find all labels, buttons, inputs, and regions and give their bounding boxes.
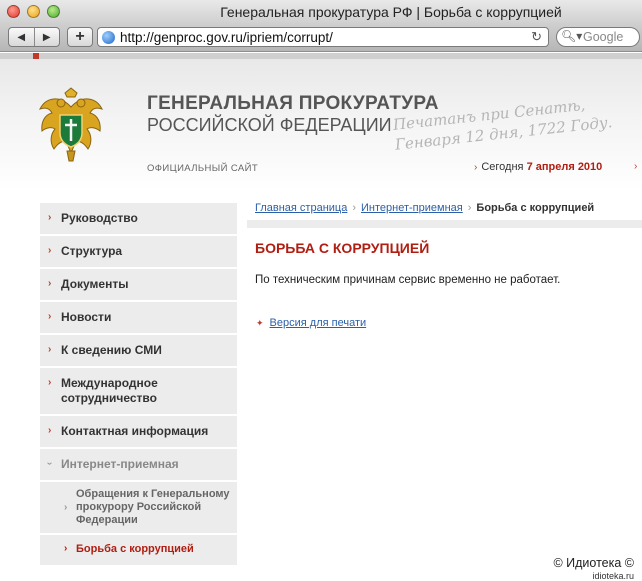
search-placeholder: Google: [583, 30, 624, 44]
zoom-window-button[interactable]: [47, 5, 60, 18]
window-titlebar: Генеральная прокуратура РФ | Борьба с ко…: [0, 0, 642, 24]
bullet-arrow-icon: ›: [474, 162, 478, 173]
watermark-text: © Идиотека ©: [553, 556, 634, 570]
sidebar-nav: › Руководство › Структура › Документы › Ново…: [40, 203, 237, 567]
print-version: ✦ Версия для печати: [256, 317, 366, 329]
chevron-right-icon: ›: [48, 278, 52, 289]
breadcrumb-divider: [247, 220, 642, 228]
breadcrumb-section-link[interactable]: Интернет-приемная: [361, 202, 463, 214]
minimize-window-button[interactable]: [27, 5, 40, 18]
sidebar-item-label: К сведению СМИ: [61, 343, 162, 357]
header-stripe: [0, 53, 642, 59]
sidebar-item-internet-reception[interactable]: › Интернет-приемная: [40, 449, 237, 482]
site-title[interactable]: ГЕНЕРАЛЬНАЯ ПРОКУРАТУРА: [147, 93, 439, 115]
sidebar-item-leadership[interactable]: › Руководство: [40, 203, 237, 236]
sidebar-item-contacts[interactable]: › Контактная информация: [40, 416, 237, 449]
watermark-site: idioteka.ru: [592, 571, 634, 581]
search-field[interactable]: 🔍︎▾ Google: [556, 27, 640, 47]
print-version-link[interactable]: Версия для печати: [270, 317, 367, 329]
chevron-right-icon: ›: [48, 377, 52, 388]
sidebar-item-label: Руководство: [61, 211, 138, 225]
web-page: ГЕНЕРАЛЬНАЯ ПРОКУРАТУРА РОССИЙСКОЙ ФЕДЕР…: [0, 53, 642, 581]
chevron-right-icon: ›: [48, 245, 52, 256]
breadcrumb-current: Борьба с коррупцией: [476, 202, 595, 214]
subnav-item-label: Обращения к Генеральному прокурору Росси…: [76, 488, 230, 526]
sidebar-item-media[interactable]: › К сведению СМИ: [40, 335, 237, 368]
today-date: 7 апреля 2010: [526, 161, 603, 173]
sidebar-item-label: Интернет-приемная: [61, 457, 179, 471]
breadcrumb: Главная страница › Интернет-приемная › Борьб…: [255, 202, 594, 214]
service-unavailable-notice: По техническим причинам сервис временно …: [255, 274, 561, 286]
site-header: ГЕНЕРАЛЬНАЯ ПРОКУРАТУРА РОССИЙСКОЙ ФЕДЕР…: [0, 53, 642, 191]
back-arrow-icon: ◀: [17, 31, 26, 43]
sidebar-item-label: Контактная информация: [61, 424, 209, 438]
chevron-right-icon: ›: [48, 212, 52, 223]
browser-toolbar: ◀ ▶ + http://genproc.gov.ru/ipriem/corru…: [0, 24, 642, 52]
sidebar-item-international[interactable]: › Международное сотрудничество: [40, 368, 237, 416]
subnav-item-anticorruption[interactable]: › Борьба с коррупцией: [40, 533, 237, 565]
sidebar-item-news[interactable]: › Новости: [40, 302, 237, 335]
sidebar-item-label: Новости: [61, 310, 112, 324]
window-title: Генеральная прокуратура РФ | Борьба с ко…: [220, 4, 562, 20]
sidebar-item-label: Документы: [61, 277, 129, 291]
history-buttons: ◀ ▶: [8, 27, 60, 47]
chevron-right-icon: ›: [48, 311, 52, 322]
sidebar-item-documents[interactable]: › Документы: [40, 269, 237, 302]
chevron-right-icon: ›: [64, 543, 68, 554]
prosecutor-emblem-logo[interactable]: [38, 87, 104, 165]
url-text[interactable]: http://genproc.gov.ru/ipriem/corrupt/: [120, 30, 333, 45]
breadcrumb-separator-icon: ›: [467, 202, 472, 214]
forward-arrow-icon: ▶: [42, 31, 51, 43]
current-date: › Сегодня 7 апреля 2010: [474, 161, 602, 173]
subnav-item-label: Борьба с коррупцией: [76, 543, 194, 555]
print-bullet-icon: ✦: [256, 318, 264, 328]
breadcrumb-home-link[interactable]: Главная страница: [255, 202, 347, 214]
chevron-right-icon: ›: [64, 502, 68, 513]
reload-icon[interactable]: ↻: [531, 29, 542, 45]
globe-icon: [102, 31, 115, 44]
watermark: © Идиотека © idioteka.ru: [553, 556, 634, 581]
sidebar-item-label: Структура: [61, 244, 123, 258]
official-site-label: ОФИЦИАЛЬНЫЙ САЙТ: [147, 163, 259, 174]
bullet-arrow-icon: ›: [634, 161, 638, 172]
close-window-button[interactable]: [7, 5, 20, 18]
back-button[interactable]: ◀: [9, 28, 34, 46]
chevron-down-icon: ›: [44, 461, 56, 466]
chevron-right-icon: ›: [48, 425, 52, 436]
sidebar-item-label: Международное сотрудничество: [61, 376, 158, 405]
search-icon: 🔍︎▾: [561, 29, 583, 43]
header-accent: [33, 53, 39, 59]
page-title: БОРЬБА С КОРРУПЦИЕЙ: [255, 240, 430, 256]
forward-button[interactable]: ▶: [33, 28, 60, 46]
sidebar-item-structure[interactable]: › Структура: [40, 236, 237, 269]
today-label: Сегодня: [481, 161, 524, 173]
chevron-right-icon: ›: [48, 344, 52, 355]
breadcrumb-separator-icon: ›: [352, 202, 357, 214]
sidebar-subnav: › Обращения к Генеральному прокурору Росс…: [40, 482, 237, 567]
site-subtitle[interactable]: РОССИЙСКОЙ ФЕДЕРАЦИИ: [147, 115, 392, 136]
address-bar[interactable]: http://genproc.gov.ru/ipriem/corrupt/ ↻: [97, 27, 549, 47]
add-bookmark-button[interactable]: +: [67, 27, 93, 47]
subnav-item-appeals[interactable]: › Обращения к Генеральному прокурору Росс…: [40, 482, 237, 533]
